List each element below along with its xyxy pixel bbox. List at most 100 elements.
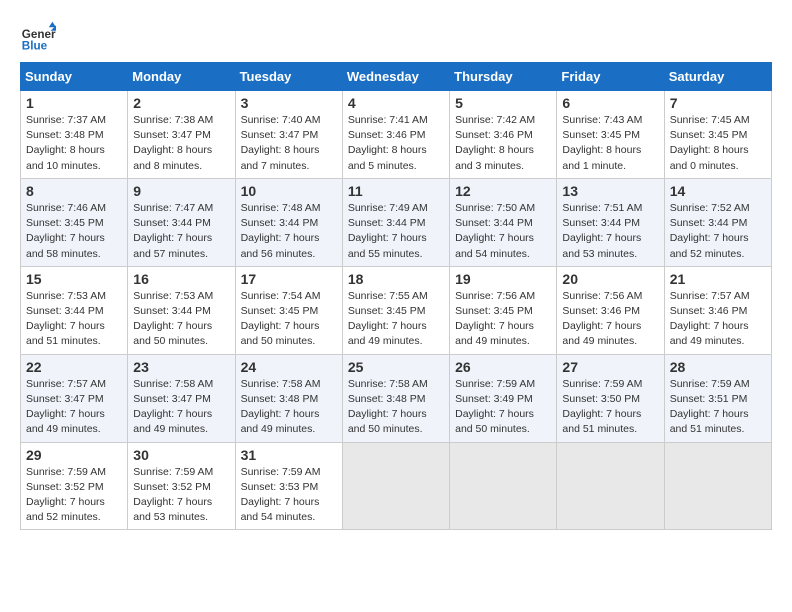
day-cell: 4 Sunrise: 7:41 AMSunset: 3:46 PMDaylight… bbox=[342, 91, 449, 179]
day-number: 12 bbox=[455, 183, 551, 199]
weekday-header-wednesday: Wednesday bbox=[342, 63, 449, 91]
day-info: Sunrise: 7:57 AMSunset: 3:47 PMDaylight:… bbox=[26, 377, 122, 438]
day-info: Sunrise: 7:59 AMSunset: 3:52 PMDaylight:… bbox=[133, 465, 229, 526]
day-info: Sunrise: 7:59 AMSunset: 3:53 PMDaylight:… bbox=[241, 465, 337, 526]
day-info: Sunrise: 7:52 AMSunset: 3:44 PMDaylight:… bbox=[670, 201, 766, 262]
day-cell: 20 Sunrise: 7:56 AMSunset: 3:46 PMDayligh… bbox=[557, 266, 664, 354]
day-number: 10 bbox=[241, 183, 337, 199]
day-number: 11 bbox=[348, 183, 444, 199]
day-number: 27 bbox=[562, 359, 658, 375]
day-number: 5 bbox=[455, 95, 551, 111]
day-info: Sunrise: 7:53 AMSunset: 3:44 PMDaylight:… bbox=[26, 289, 122, 350]
day-number: 1 bbox=[26, 95, 122, 111]
day-info: Sunrise: 7:59 AMSunset: 3:49 PMDaylight:… bbox=[455, 377, 551, 438]
day-info: Sunrise: 7:59 AMSunset: 3:52 PMDaylight:… bbox=[26, 465, 122, 526]
day-info: Sunrise: 7:45 AMSunset: 3:45 PMDaylight:… bbox=[670, 113, 766, 174]
day-cell: 11 Sunrise: 7:49 AMSunset: 3:44 PMDayligh… bbox=[342, 178, 449, 266]
day-info: Sunrise: 7:48 AMSunset: 3:44 PMDaylight:… bbox=[241, 201, 337, 262]
day-number: 4 bbox=[348, 95, 444, 111]
logo: General Blue bbox=[20, 20, 56, 56]
day-cell bbox=[342, 442, 449, 530]
day-cell: 17Sunrise: 7:54 AMSunset: 3:45 PMDayligh… bbox=[235, 266, 342, 354]
day-cell: 29 Sunrise: 7:59 AMSunset: 3:52 PMDayligh… bbox=[21, 442, 128, 530]
day-cell: 31 Sunrise: 7:59 AMSunset: 3:53 PMDayligh… bbox=[235, 442, 342, 530]
day-cell: 8Sunrise: 7:46 AMSunset: 3:45 PMDaylight… bbox=[21, 178, 128, 266]
weekday-header-monday: Monday bbox=[128, 63, 235, 91]
day-info: Sunrise: 7:50 AMSunset: 3:44 PMDaylight:… bbox=[455, 201, 551, 262]
week-row-2: 8Sunrise: 7:46 AMSunset: 3:45 PMDaylight… bbox=[21, 178, 772, 266]
day-cell: 27 Sunrise: 7:59 AMSunset: 3:50 PMDayligh… bbox=[557, 354, 664, 442]
day-number: 25 bbox=[348, 359, 444, 375]
page-header: General Blue bbox=[20, 20, 772, 56]
day-cell: 21 Sunrise: 7:57 AMSunset: 3:46 PMDayligh… bbox=[664, 266, 771, 354]
day-number: 19 bbox=[455, 271, 551, 287]
day-cell: 9 Sunrise: 7:47 AMSunset: 3:44 PMDaylight… bbox=[128, 178, 235, 266]
day-number: 20 bbox=[562, 271, 658, 287]
week-row-4: 22 Sunrise: 7:57 AMSunset: 3:47 PMDayligh… bbox=[21, 354, 772, 442]
day-info: Sunrise: 7:56 AMSunset: 3:46 PMDaylight:… bbox=[562, 289, 658, 350]
day-info: Sunrise: 7:57 AMSunset: 3:46 PMDaylight:… bbox=[670, 289, 766, 350]
day-cell: 14 Sunrise: 7:52 AMSunset: 3:44 PMDayligh… bbox=[664, 178, 771, 266]
day-cell: 15Sunrise: 7:53 AMSunset: 3:44 PMDayligh… bbox=[21, 266, 128, 354]
day-cell bbox=[450, 442, 557, 530]
day-number: 18 bbox=[348, 271, 444, 287]
day-info: Sunrise: 7:43 AMSunset: 3:45 PMDaylight:… bbox=[562, 113, 658, 174]
weekday-header-sunday: Sunday bbox=[21, 63, 128, 91]
day-number: 26 bbox=[455, 359, 551, 375]
day-info: Sunrise: 7:59 AMSunset: 3:51 PMDaylight:… bbox=[670, 377, 766, 438]
day-cell: 22 Sunrise: 7:57 AMSunset: 3:47 PMDayligh… bbox=[21, 354, 128, 442]
day-info: Sunrise: 7:41 AMSunset: 3:46 PMDaylight:… bbox=[348, 113, 444, 174]
day-number: 29 bbox=[26, 447, 122, 463]
day-number: 7 bbox=[670, 95, 766, 111]
day-info: Sunrise: 7:37 AMSunset: 3:48 PMDaylight:… bbox=[26, 113, 122, 174]
day-number: 28 bbox=[670, 359, 766, 375]
logo-icon: General Blue bbox=[20, 20, 56, 56]
day-info: Sunrise: 7:58 AMSunset: 3:47 PMDaylight:… bbox=[133, 377, 229, 438]
day-info: Sunrise: 7:58 AMSunset: 3:48 PMDaylight:… bbox=[348, 377, 444, 438]
day-cell: 6Sunrise: 7:43 AMSunset: 3:45 PMDaylight… bbox=[557, 91, 664, 179]
day-info: Sunrise: 7:55 AMSunset: 3:45 PMDaylight:… bbox=[348, 289, 444, 350]
day-info: Sunrise: 7:56 AMSunset: 3:45 PMDaylight:… bbox=[455, 289, 551, 350]
day-info: Sunrise: 7:46 AMSunset: 3:45 PMDaylight:… bbox=[26, 201, 122, 262]
day-info: Sunrise: 7:59 AMSunset: 3:50 PMDaylight:… bbox=[562, 377, 658, 438]
day-cell: 5 Sunrise: 7:42 AMSunset: 3:46 PMDaylight… bbox=[450, 91, 557, 179]
day-cell: 28 Sunrise: 7:59 AMSunset: 3:51 PMDayligh… bbox=[664, 354, 771, 442]
day-number: 9 bbox=[133, 183, 229, 199]
day-info: Sunrise: 7:58 AMSunset: 3:48 PMDaylight:… bbox=[241, 377, 337, 438]
day-info: Sunrise: 7:54 AMSunset: 3:45 PMDaylight:… bbox=[241, 289, 337, 350]
day-number: 3 bbox=[241, 95, 337, 111]
day-info: Sunrise: 7:40 AMSunset: 3:47 PMDaylight:… bbox=[241, 113, 337, 174]
day-cell: 24 Sunrise: 7:58 AMSunset: 3:48 PMDayligh… bbox=[235, 354, 342, 442]
day-cell: 1 Sunrise: 7:37 AMSunset: 3:48 PMDaylight… bbox=[21, 91, 128, 179]
day-cell: 12 Sunrise: 7:50 AMSunset: 3:44 PMDayligh… bbox=[450, 178, 557, 266]
day-number: 14 bbox=[670, 183, 766, 199]
day-number: 16 bbox=[133, 271, 229, 287]
weekday-header-tuesday: Tuesday bbox=[235, 63, 342, 91]
svg-text:Blue: Blue bbox=[22, 40, 48, 53]
day-cell: 3 Sunrise: 7:40 AMSunset: 3:47 PMDaylight… bbox=[235, 91, 342, 179]
weekday-header-row: SundayMondayTuesdayWednesdayThursdayFrid… bbox=[21, 63, 772, 91]
day-number: 22 bbox=[26, 359, 122, 375]
day-info: Sunrise: 7:42 AMSunset: 3:46 PMDaylight:… bbox=[455, 113, 551, 174]
day-info: Sunrise: 7:53 AMSunset: 3:44 PMDaylight:… bbox=[133, 289, 229, 350]
day-info: Sunrise: 7:49 AMSunset: 3:44 PMDaylight:… bbox=[348, 201, 444, 262]
day-cell bbox=[664, 442, 771, 530]
day-number: 2 bbox=[133, 95, 229, 111]
day-cell: 25 Sunrise: 7:58 AMSunset: 3:48 PMDayligh… bbox=[342, 354, 449, 442]
day-number: 24 bbox=[241, 359, 337, 375]
week-row-3: 15Sunrise: 7:53 AMSunset: 3:44 PMDayligh… bbox=[21, 266, 772, 354]
day-number: 31 bbox=[241, 447, 337, 463]
day-cell: 23 Sunrise: 7:58 AMSunset: 3:47 PMDayligh… bbox=[128, 354, 235, 442]
day-cell: 18 Sunrise: 7:55 AMSunset: 3:45 PMDayligh… bbox=[342, 266, 449, 354]
day-cell: 16 Sunrise: 7:53 AMSunset: 3:44 PMDayligh… bbox=[128, 266, 235, 354]
day-number: 13 bbox=[562, 183, 658, 199]
day-cell: 26 Sunrise: 7:59 AMSunset: 3:49 PMDayligh… bbox=[450, 354, 557, 442]
day-cell bbox=[557, 442, 664, 530]
week-row-5: 29 Sunrise: 7:59 AMSunset: 3:52 PMDayligh… bbox=[21, 442, 772, 530]
day-number: 23 bbox=[133, 359, 229, 375]
day-info: Sunrise: 7:51 AMSunset: 3:44 PMDaylight:… bbox=[562, 201, 658, 262]
weekday-header-thursday: Thursday bbox=[450, 63, 557, 91]
day-info: Sunrise: 7:47 AMSunset: 3:44 PMDaylight:… bbox=[133, 201, 229, 262]
day-number: 21 bbox=[670, 271, 766, 287]
calendar-table: SundayMondayTuesdayWednesdayThursdayFrid… bbox=[20, 62, 772, 530]
